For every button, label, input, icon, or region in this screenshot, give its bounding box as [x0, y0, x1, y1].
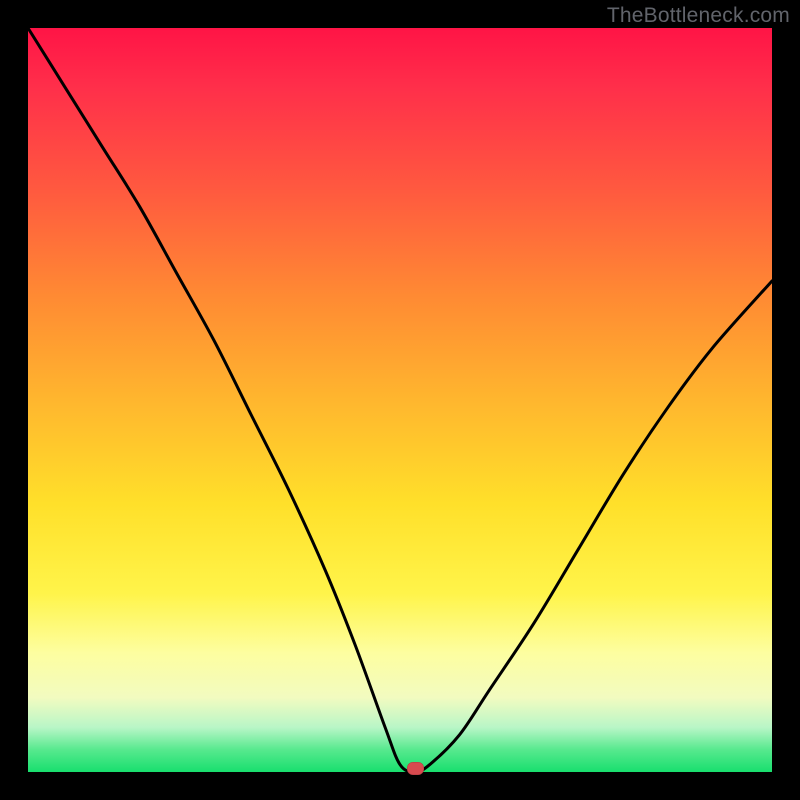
optimal-point-marker [407, 762, 424, 775]
watermark-text: TheBottleneck.com [607, 4, 790, 28]
plot-area [28, 28, 772, 772]
bottleneck-curve [28, 28, 772, 772]
chart-frame: TheBottleneck.com [0, 0, 800, 800]
